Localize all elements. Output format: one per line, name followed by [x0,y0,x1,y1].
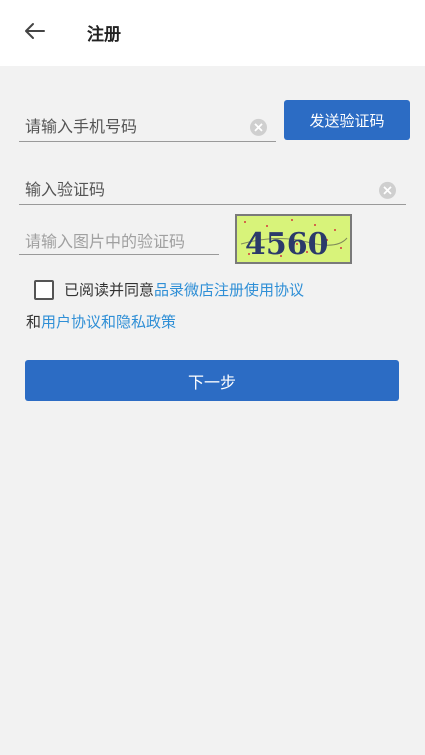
next-step-button[interactable]: 下一步 [25,360,399,401]
store-agreement-link[interactable]: 品录微店注册使用协议 [154,279,304,300]
clear-phone-icon[interactable] [250,118,267,136]
captcha-image[interactable]: 4560 [235,214,352,264]
agreement-row-2: 和用户协议和隐私政策 [26,311,176,332]
arrow-left-icon [23,22,45,44]
agreement-row: 已阅读并同意 品录微店注册使用协议 [34,279,304,300]
captcha-field [19,222,219,255]
privacy-policy-link[interactable]: 用户协议和隐私政策 [41,313,176,331]
agree-checkbox[interactable] [34,279,54,300]
captcha-text: 4560 [245,227,329,262]
agreement-prefix: 已阅读并同意 [64,281,155,299]
sms-code-input[interactable] [19,169,406,204]
back-button[interactable] [16,18,52,48]
phone-input[interactable] [19,106,276,141]
send-code-button[interactable]: 发送验证码 [284,100,410,140]
sms-code-field [19,169,406,205]
register-screen: 注册 发送验证码 4560 已阅 [0,0,425,755]
captcha-input[interactable] [19,222,219,254]
phone-field [19,106,276,142]
clear-sms-code-icon[interactable] [379,181,396,199]
app-header: 注册 [0,0,425,66]
agreement-and-text: 和 [26,313,42,331]
page-title: 注册 [87,25,121,45]
